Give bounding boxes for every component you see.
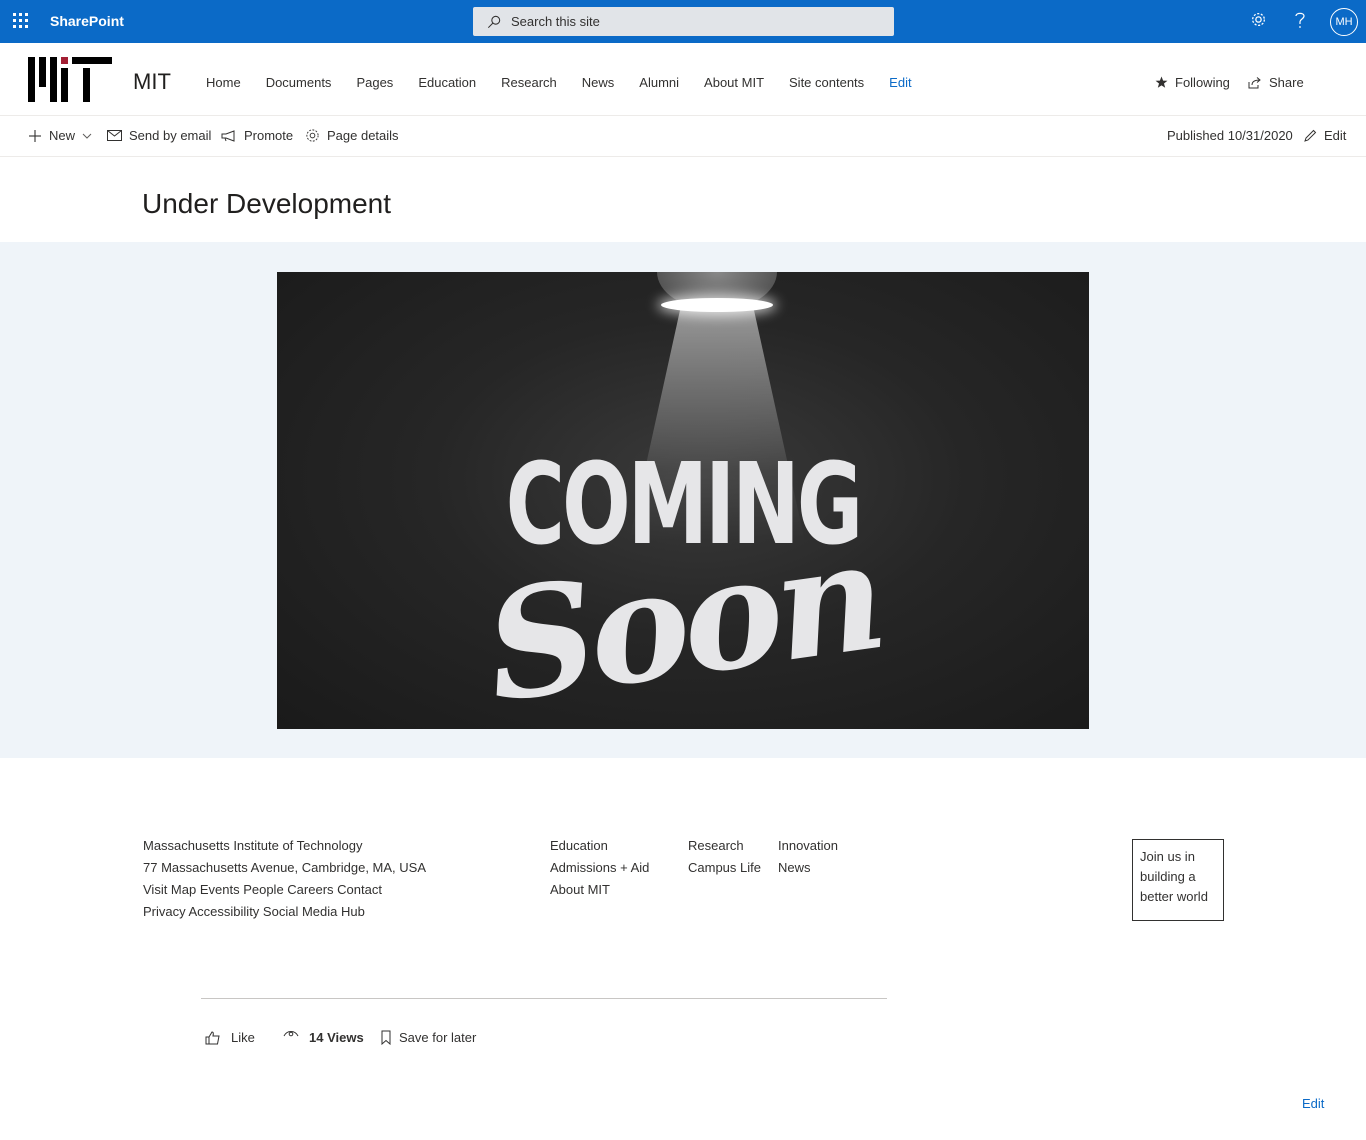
thumbs-up-icon (205, 1030, 220, 1044)
edit-page-button[interactable]: Edit (1303, 128, 1346, 143)
nav-alumni[interactable]: Alumni (639, 75, 679, 90)
megaphone-icon (221, 129, 235, 142)
footer-links-col1: Education Admissions + Aid About MIT (550, 835, 649, 901)
page-details-label: Page details (327, 128, 399, 143)
footer-links-col3: Innovation News (778, 835, 838, 879)
promote-button[interactable]: Promote (221, 128, 293, 143)
view-count: 14 Views (283, 1030, 364, 1045)
footer-edit-link[interactable]: Edit (1302, 1096, 1324, 1111)
footer-visit-links[interactable]: Visit Map Events People Careers Contact (143, 879, 426, 901)
new-label: New (49, 128, 76, 143)
nav-pages[interactable]: Pages (356, 75, 393, 90)
following-button[interactable]: Following (1155, 75, 1230, 90)
footer-link-research[interactable]: Research (688, 835, 761, 857)
nav-documents[interactable]: Documents (266, 75, 332, 90)
app-name[interactable]: SharePoint (50, 13, 124, 29)
like-label: Like (231, 1030, 255, 1045)
nav-about-mit[interactable]: About MIT (704, 75, 764, 90)
page-details-button[interactable]: Page details (305, 128, 399, 143)
footer-street-address: 77 Massachusetts Avenue, Cambridge, MA, … (143, 860, 427, 875)
settings-gear-icon[interactable] (1250, 11, 1267, 28)
nav-research[interactable]: Research (501, 75, 557, 90)
footer-link-news[interactable]: News (778, 857, 838, 879)
join-line: building a (1140, 869, 1196, 884)
mail-icon (107, 130, 122, 141)
footer-link-campus-life[interactable]: Campus Life (688, 857, 761, 879)
footer-institute-name: Massachusetts Institute of Technology (143, 838, 363, 853)
suite-bar: SharePoint Search this site MH (0, 0, 1366, 43)
send-by-email-button[interactable]: Send by email (107, 128, 211, 143)
views-label: 14 Views (309, 1030, 364, 1045)
pencil-icon (1304, 129, 1317, 142)
new-button[interactable]: New (28, 128, 99, 143)
send-by-email-label: Send by email (129, 128, 212, 143)
edit-label: Edit (1324, 128, 1347, 143)
bookmark-icon (381, 1030, 391, 1045)
site-header: MIT Home Documents Pages Education Resea… (0, 43, 1366, 116)
join-line: better world (1140, 889, 1208, 904)
command-bar: New Send by email Promote Page details P… (0, 116, 1366, 157)
published-date: Published 10/31/2020 (1167, 128, 1293, 143)
search-box[interactable]: Search this site (473, 7, 894, 36)
app-launcher-icon[interactable] (13, 13, 29, 29)
help-icon[interactable] (1293, 11, 1307, 29)
published-status: Published 10/31/2020 (1167, 128, 1293, 143)
share-icon (1248, 76, 1261, 88)
page-title: Under Development (142, 188, 392, 219)
search-icon (487, 15, 501, 28)
site-title[interactable]: MIT (133, 69, 171, 95)
save-for-later-button[interactable]: Save for later (381, 1030, 476, 1045)
nav-home[interactable]: Home (206, 75, 241, 90)
nav-edit-link[interactable]: Edit (889, 75, 911, 90)
share-label: Share (1269, 75, 1304, 90)
coming-soon-image[interactable]: COMING Soon (277, 272, 1089, 729)
footer-links-col2: Research Campus Life (688, 835, 761, 879)
nav-education[interactable]: Education (418, 75, 476, 90)
chevron-down-icon (82, 133, 92, 139)
nav-news[interactable]: News (582, 75, 615, 90)
footer-link-admissions[interactable]: Admissions + Aid (550, 857, 649, 879)
save-for-later-label: Save for later (399, 1030, 477, 1045)
plus-icon (29, 129, 41, 142)
mit-logo[interactable] (28, 57, 112, 102)
user-avatar[interactable]: MH (1330, 8, 1358, 36)
footer-address: Massachusetts Institute of Technology 77… (143, 835, 426, 923)
footer-link-innovation[interactable]: Innovation (778, 835, 838, 857)
join-line: Join us in (1140, 849, 1195, 864)
site-navigation: Home Documents Pages Education Research … (206, 75, 937, 90)
footer-policy-links[interactable]: Privacy Accessibility Social Media Hub (143, 901, 426, 923)
star-icon (1155, 76, 1168, 88)
like-button[interactable]: Like (205, 1030, 255, 1045)
search-input[interactable]: Search this site (511, 14, 600, 29)
hero-section: COMING Soon (0, 242, 1366, 758)
footer-link-about[interactable]: About MIT (550, 879, 649, 901)
share-button[interactable]: Share (1248, 75, 1304, 90)
footer-link-education[interactable]: Education (550, 835, 649, 857)
promote-label: Promote (244, 128, 294, 143)
settings-gear-icon (306, 129, 319, 142)
lamp-glow (661, 298, 773, 312)
nav-site-contents[interactable]: Site contents (789, 75, 864, 90)
following-label: Following (1175, 75, 1230, 90)
eye-icon (283, 1030, 299, 1036)
divider (201, 998, 887, 999)
join-us-box[interactable]: Join us in building a better world (1132, 839, 1224, 921)
